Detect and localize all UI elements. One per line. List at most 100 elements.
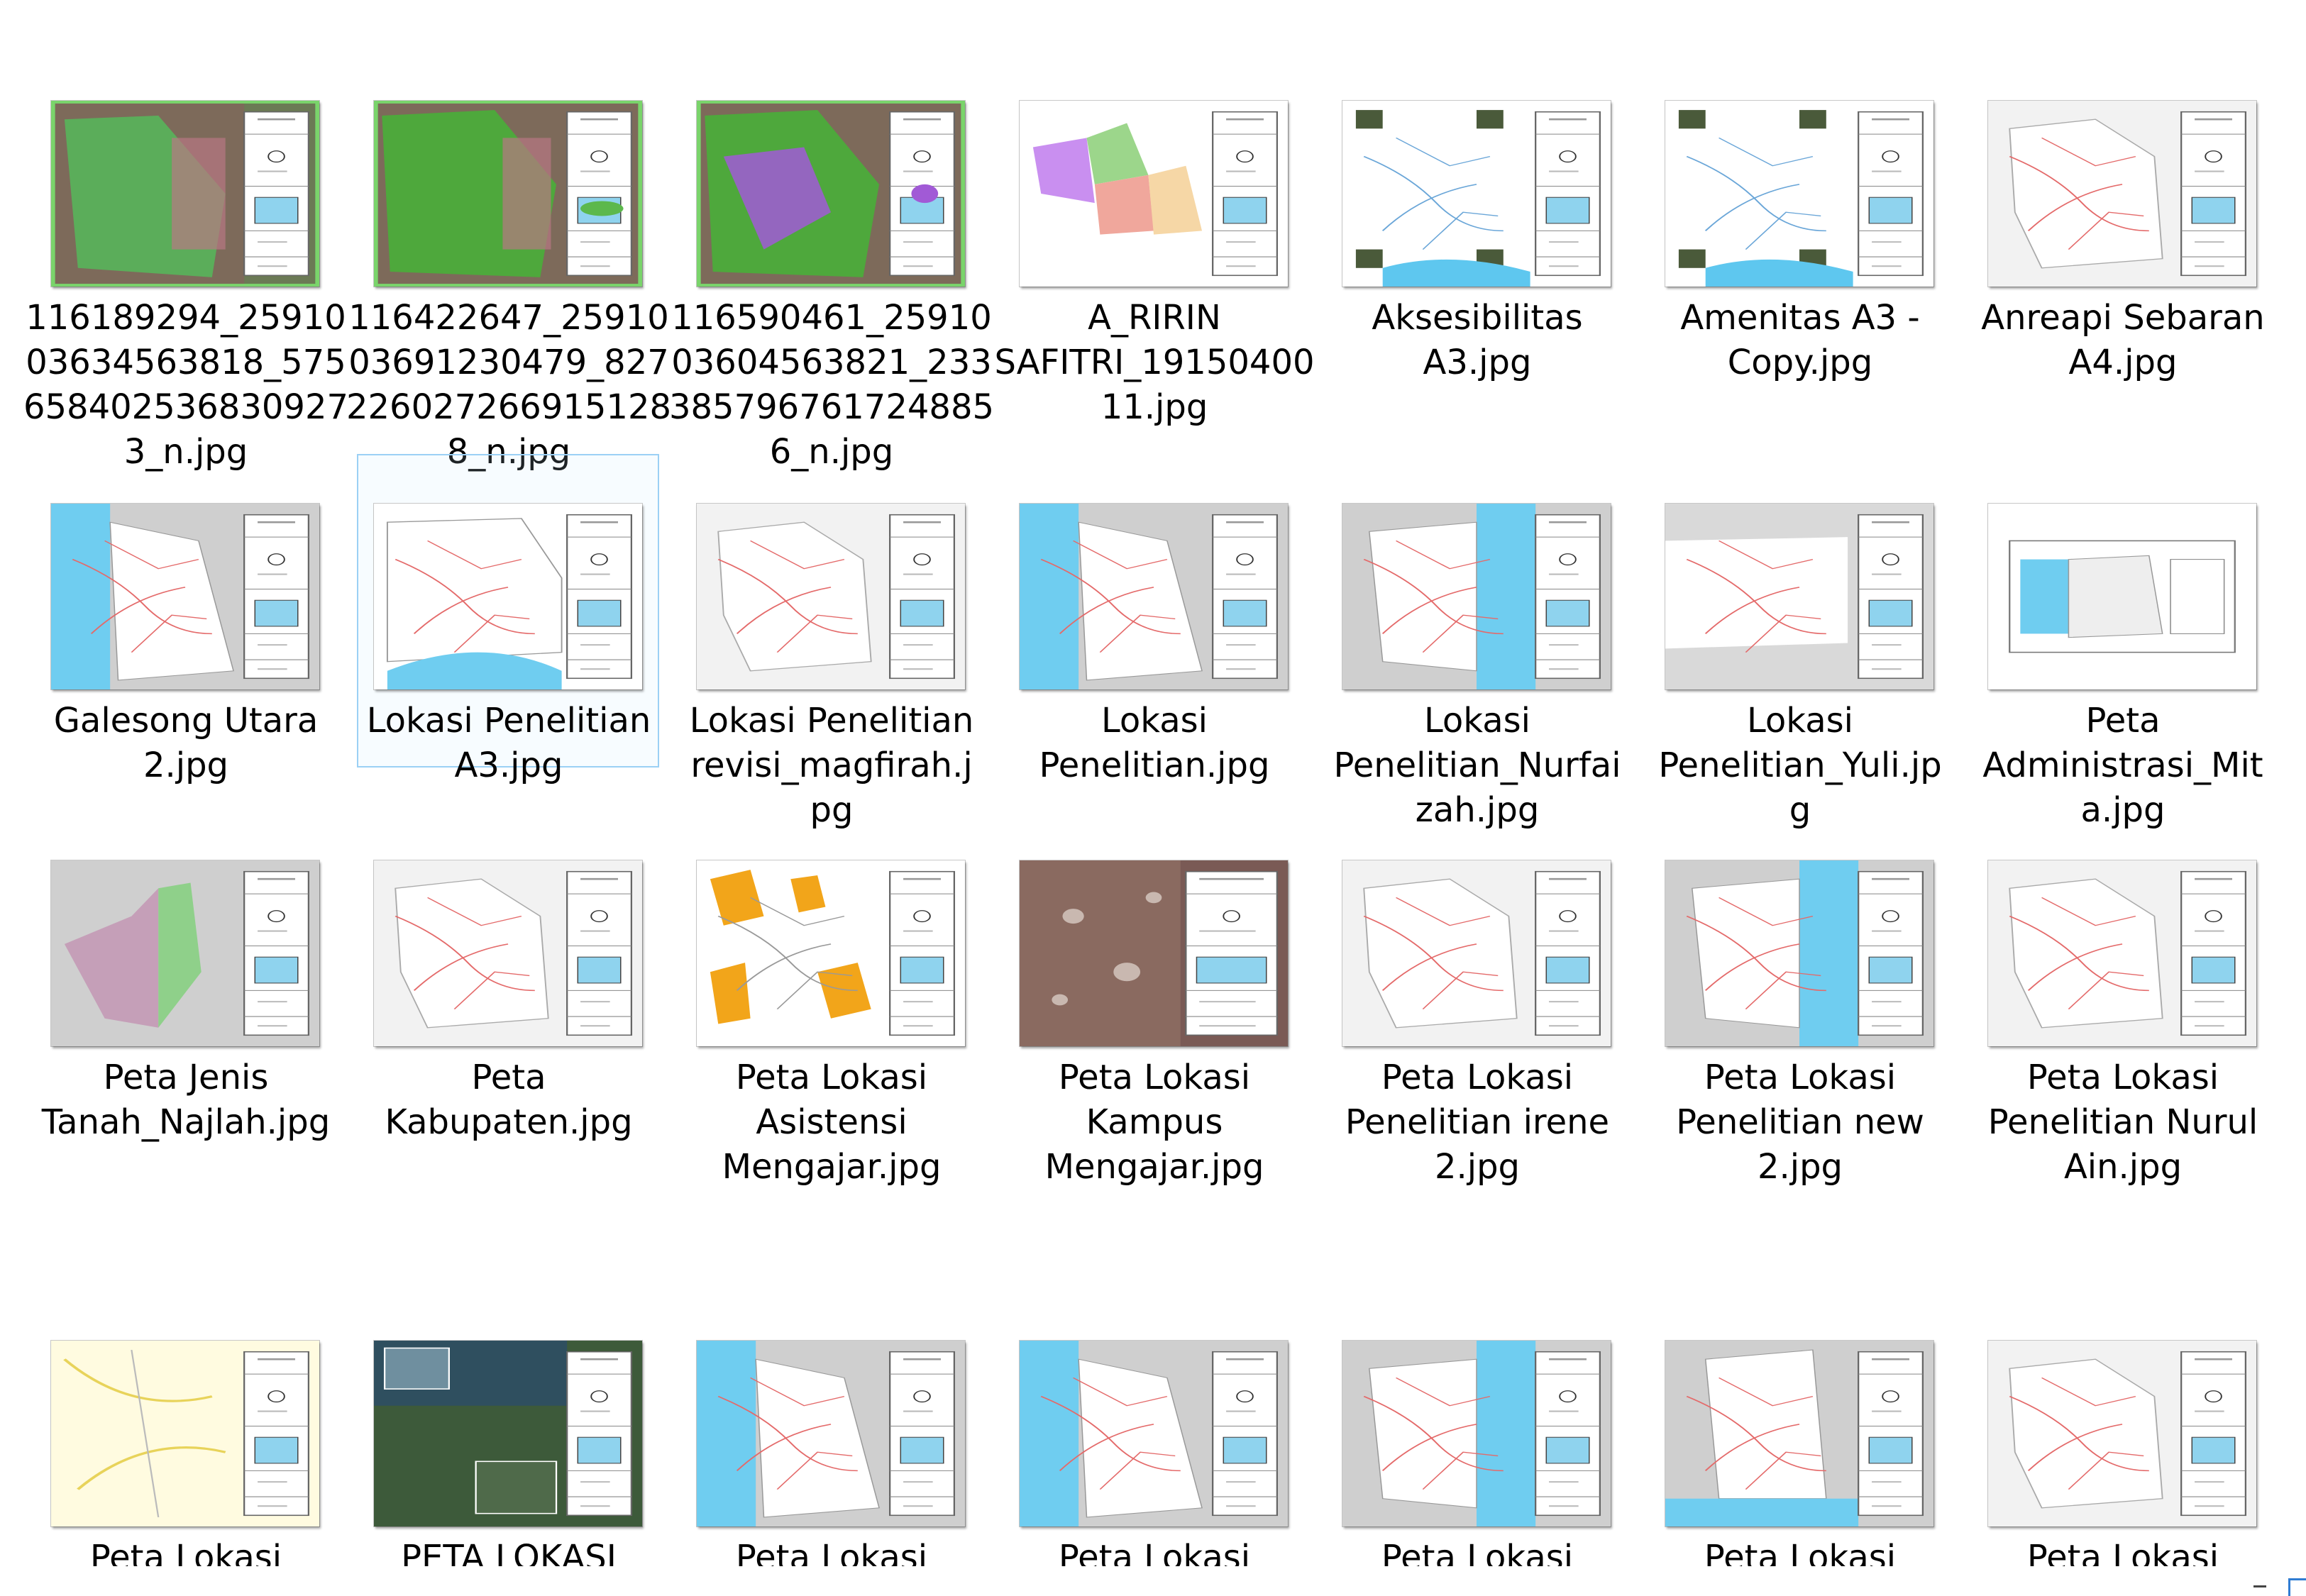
file-name-line: Penelitian.jpg xyxy=(1039,746,1270,785)
file-name-label[interactable]: 116422647_25910 03691230479_827 2260272669… xyxy=(346,296,672,475)
file-name-line: Peta Lokasi xyxy=(735,1058,928,1097)
file-name-line: Peta Lokasi xyxy=(2026,1058,2219,1097)
file-name-line: Lokasi xyxy=(1101,701,1208,741)
file-thumbnail[interactable] xyxy=(51,860,319,1046)
file-name-line: Amenitas A3 - xyxy=(1680,298,1920,338)
file-thumbnail[interactable] xyxy=(51,1341,319,1526)
file-name-line: Peta Lokasi xyxy=(1381,1058,1574,1097)
file-name-line: Kampus xyxy=(1086,1102,1223,1142)
file-name-line: 385796761724885 xyxy=(668,387,995,427)
file-thumbnail[interactable] xyxy=(1665,1341,1933,1526)
file-thumbnail-grid: 116189294_25910 03634563818_575 6584025368… xyxy=(0,0,2306,1596)
file-name-label[interactable]: Lokasi Penelitian.jpg xyxy=(991,699,1318,788)
file-name-line: Penelitian irene xyxy=(1345,1102,1610,1142)
file-name-line: Penelitian Nurul xyxy=(1987,1102,2258,1142)
file-name-line: 11.jpg xyxy=(1100,387,1208,427)
file-name-line: Mengajar.jpg xyxy=(722,1147,942,1187)
file-thumbnail[interactable] xyxy=(374,504,642,689)
file-name-line: Penelitian_Nurfai xyxy=(1333,746,1621,785)
file-thumbnail[interactable] xyxy=(697,504,965,689)
file-name-line: 2.jpg xyxy=(1757,1147,1843,1187)
file-thumbnail[interactable] xyxy=(1020,101,1288,287)
file-name-label[interactable]: Anreapi Sebaran A4.jpg xyxy=(1960,296,2286,385)
file-name-line: Peta Lokasi xyxy=(1704,1058,1897,1097)
file-thumbnail[interactable] xyxy=(1665,101,1933,287)
file-thumbnail[interactable] xyxy=(1020,504,1288,689)
file-thumbnail[interactable] xyxy=(697,860,965,1046)
file-name-line: A3.jpg xyxy=(454,746,563,785)
file-name-label[interactable]: Peta Lokasi Kampus Mengajar.jpg xyxy=(991,1055,1318,1190)
resize-corner-icon[interactable] xyxy=(2288,1578,2306,1596)
file-thumbnail[interactable] xyxy=(374,860,642,1046)
file-name-line: A3.jpg xyxy=(1423,343,1532,382)
file-name-line: 03691230479_827 xyxy=(348,343,669,382)
file-name-line: SAFITRI_19150400 xyxy=(994,343,1315,382)
file-name-line: Penelitian new xyxy=(1676,1102,1924,1142)
minimize-glyph xyxy=(2253,1585,2266,1587)
file-thumbnail[interactable] xyxy=(1342,101,1611,287)
file-name-line: Peta Lokasi xyxy=(1058,1058,1251,1097)
file-name-line: revisi_magfirah.j xyxy=(690,746,973,785)
file-name-label[interactable]: Peta Lokasi Penelitian new 2.jpg xyxy=(1637,1055,1963,1190)
file-name-label[interactable]: Peta Lokasi Asistensi Mengajar.jpg xyxy=(668,1055,995,1190)
file-name-line: Administrasi_Mit xyxy=(1982,746,2263,785)
file-thumbnail[interactable] xyxy=(1020,860,1288,1046)
file-thumbnail[interactable] xyxy=(374,1341,642,1526)
file-thumbnail[interactable] xyxy=(1988,1341,2256,1526)
file-name-line: Aksesibilitas xyxy=(1372,298,1583,338)
file-name-label[interactable]: Lokasi Penelitian_Yuli.jpg xyxy=(1637,699,1963,833)
file-thumbnail[interactable] xyxy=(1988,860,2256,1046)
file-name-label[interactable]: 116590461_25910 03604563821_233 3857967617… xyxy=(668,296,995,475)
file-thumbnail[interactable] xyxy=(51,504,319,689)
file-name-line: Lokasi xyxy=(1424,701,1530,741)
file-name-line: g xyxy=(1789,790,1811,830)
file-thumbnail[interactable] xyxy=(374,101,642,287)
file-name-line: Lokasi xyxy=(1747,701,1853,741)
file-name-label[interactable]: Peta Administrasi_Mit a.jpg xyxy=(1960,699,2286,833)
file-thumbnail[interactable] xyxy=(1988,101,2256,287)
file-name-line: Galesong Utara xyxy=(53,701,319,741)
file-thumbnail[interactable] xyxy=(51,101,319,287)
file-name-line: 03634563818_575 xyxy=(26,343,346,382)
file-thumbnail[interactable] xyxy=(1988,504,2256,689)
file-name-line: Ain.jpg xyxy=(2063,1147,2183,1187)
file-name-line: Lokasi Penelitian xyxy=(366,701,651,741)
file-name-line: 2.jpg xyxy=(1434,1147,1521,1187)
file-name-line: Kabupaten.jpg xyxy=(385,1102,633,1142)
file-name-line: Peta xyxy=(471,1058,546,1097)
file-name-label[interactable]: Amenitas A3 - Copy.jpg xyxy=(1637,296,1963,385)
file-thumbnail[interactable] xyxy=(1342,860,1611,1046)
file-name-label[interactable]: Peta Lokasi Penelitian Nurul Ain.jpg xyxy=(1960,1055,2286,1190)
file-name-label[interactable]: Galesong Utara 2.jpg xyxy=(23,699,349,788)
file-name-line: 116590461_25910 xyxy=(671,298,992,338)
file-name-line: A_RIRIN xyxy=(1088,298,1221,338)
file-thumbnail[interactable] xyxy=(1665,860,1933,1046)
file-name-label[interactable]: Lokasi Penelitian A3.jpg xyxy=(346,699,672,788)
file-name-label[interactable]: 116189294_25910 03634563818_575 6584025368… xyxy=(23,296,349,475)
file-thumbnail[interactable] xyxy=(697,1341,965,1526)
file-name-line: A4.jpg xyxy=(2068,343,2178,382)
file-thumbnail[interactable] xyxy=(697,101,965,287)
file-name-line: Anreapi Sebaran xyxy=(1981,298,2265,338)
file-name-line: Copy.jpg xyxy=(1727,343,1873,382)
file-name-line: pg xyxy=(810,790,854,830)
file-name-label[interactable]: Peta Jenis Tanah_Najlah.jpg xyxy=(23,1055,349,1145)
file-name-line: Penelitian_Yuli.jp xyxy=(1658,746,1942,785)
file-name-label[interactable]: A_RIRIN SAFITRI_19150400 11.jpg xyxy=(991,296,1318,430)
file-name-line: Peta Jenis xyxy=(103,1058,269,1097)
file-thumbnail[interactable] xyxy=(1342,504,1611,689)
file-name-label[interactable]: Peta Kabupaten.jpg xyxy=(346,1055,672,1145)
file-name-label[interactable]: Lokasi Penelitian revisi_magfirah.jpg xyxy=(668,699,995,833)
file-name-label[interactable]: Peta Lokasi Penelitian irene 2.jpg xyxy=(1314,1055,1640,1190)
file-thumbnail[interactable] xyxy=(1020,1341,1288,1526)
file-name-line: 03604563821_233 xyxy=(671,343,992,382)
file-name-label[interactable]: Aksesibilitas A3.jpg xyxy=(1314,296,1640,385)
file-name-line: 658402536830927 xyxy=(23,387,349,427)
file-thumbnail[interactable] xyxy=(1665,504,1933,689)
file-name-line: Lokasi Penelitian xyxy=(689,701,974,741)
file-name-line: Peta xyxy=(2085,701,2161,741)
file-name-label[interactable]: Lokasi Penelitian_Nurfai zah.jpg xyxy=(1314,699,1640,833)
file-thumbnail[interactable] xyxy=(1342,1341,1611,1526)
file-name-line: a.jpg xyxy=(2080,790,2166,830)
file-name-line: 3_n.jpg xyxy=(123,432,248,472)
